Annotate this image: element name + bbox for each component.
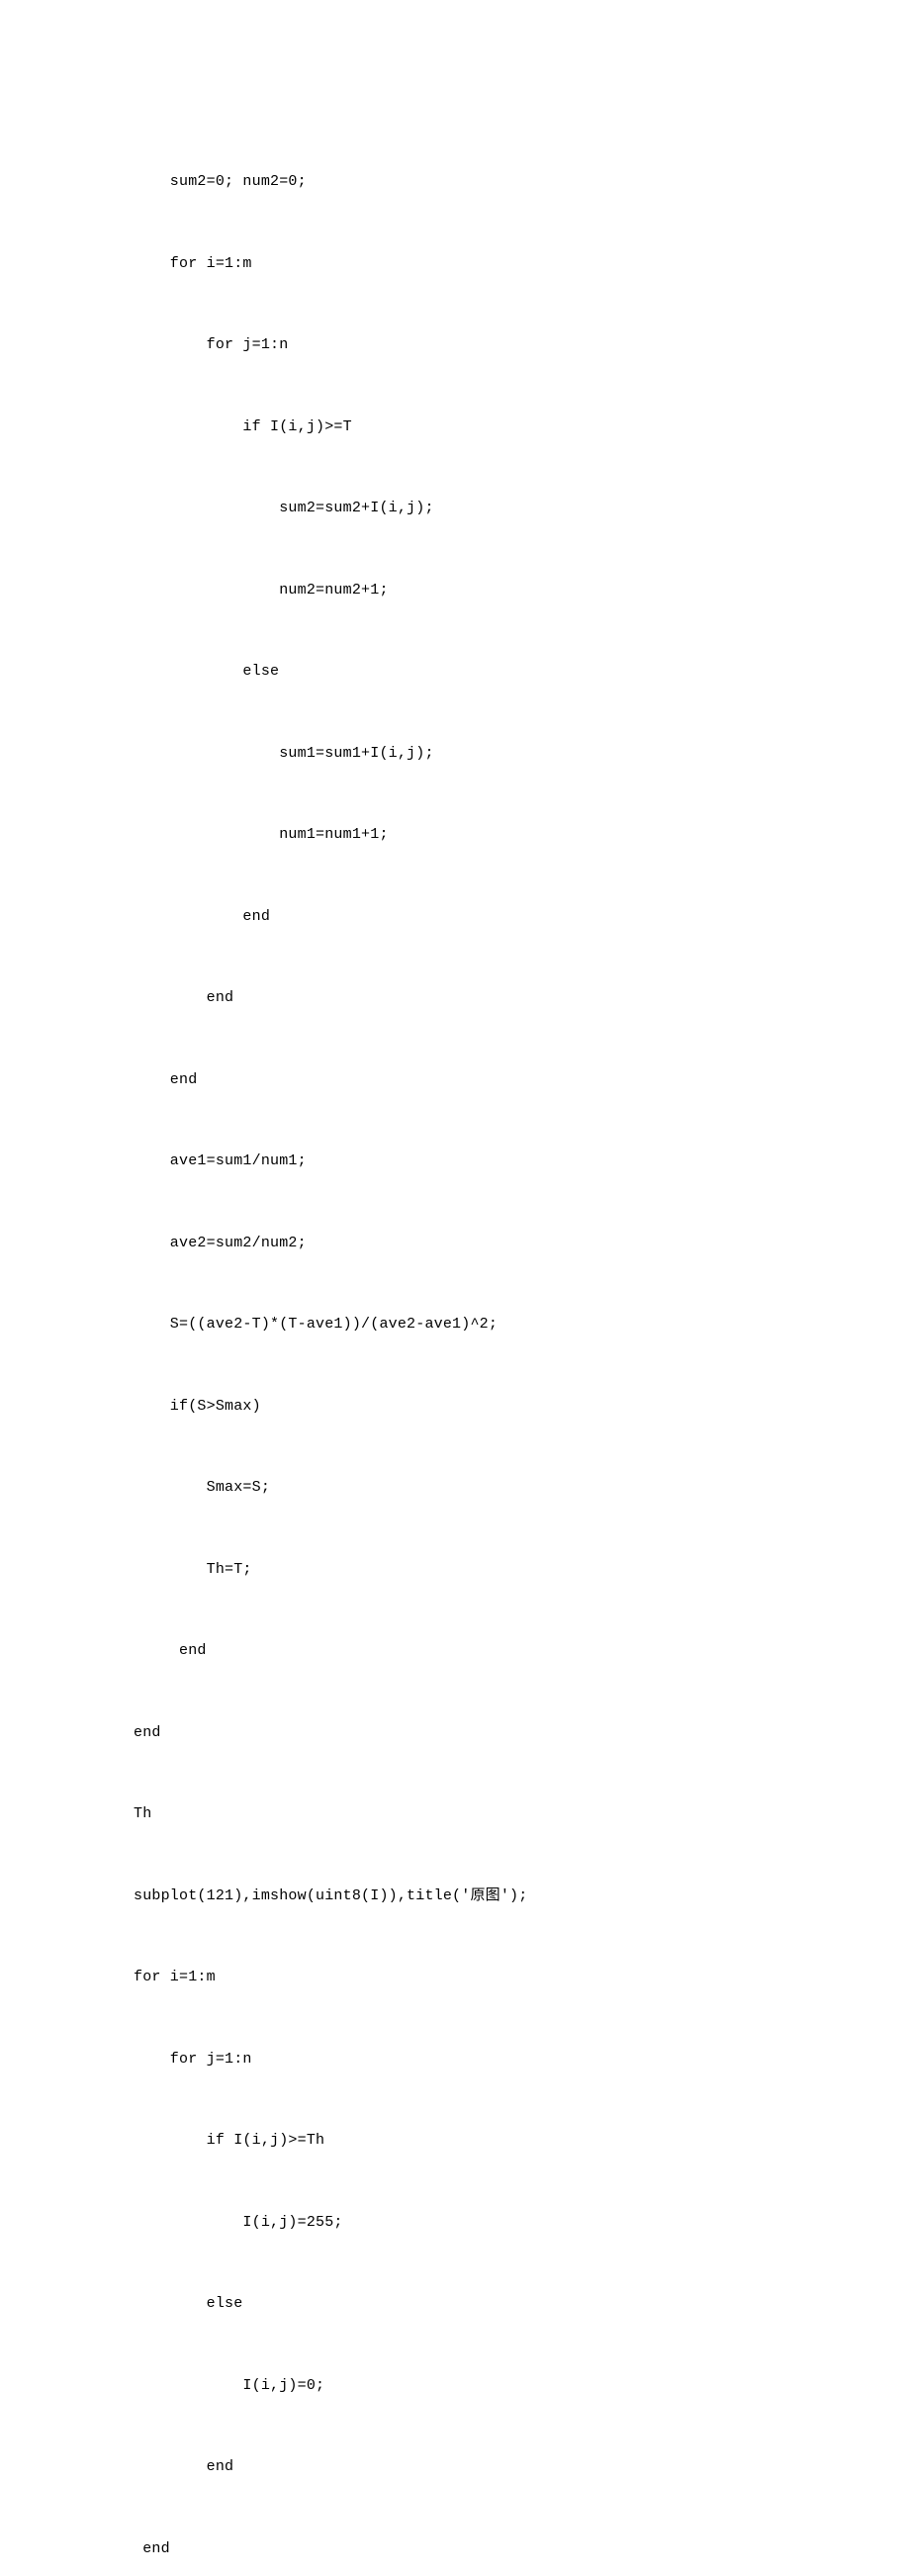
code-line: Th — [134, 1800, 776, 1828]
code-line: end — [134, 903, 776, 931]
code-line: else — [134, 2290, 776, 2318]
code-line: if(S>Smax) — [134, 1393, 776, 1421]
code-line: for j=1:n — [134, 2046, 776, 2073]
code-line: Smax=S; — [134, 1474, 776, 1502]
code-line: if I(i,j)>=Th — [134, 2127, 776, 2155]
code-line: for j=1:n — [134, 331, 776, 359]
code-line: end — [134, 2535, 776, 2563]
code-line: end — [134, 1066, 776, 1094]
code-block: sum2=0; num2=0; for i=1:m for j=1:n if I… — [134, 114, 776, 2576]
code-line: end — [134, 2453, 776, 2481]
code-line: subplot(121),imshow(uint8(I)),title('原图'… — [134, 1883, 776, 1910]
code-line: I(i,j)=0; — [134, 2372, 776, 2400]
code-line: end — [134, 1637, 776, 1665]
code-line: I(i,j)=255; — [134, 2209, 776, 2237]
code-line: S=((ave2-T)*(T-ave1))/(ave2-ave1)^2; — [134, 1311, 776, 1338]
code-line: if I(i,j)>=T — [134, 414, 776, 441]
code-line: ave1=sum1/num1; — [134, 1148, 776, 1175]
code-line: sum2=0; num2=0; — [134, 168, 776, 196]
code-line: num2=num2+1; — [134, 577, 776, 604]
code-line: for i=1:m — [134, 250, 776, 278]
code-line: end — [134, 1719, 776, 1747]
code-line: sum2=sum2+I(i,j); — [134, 495, 776, 522]
code-line: for i=1:m — [134, 1964, 776, 1991]
document-page: sum2=0; num2=0; for i=1:m for j=1:n if I… — [0, 0, 910, 1288]
code-line: Th=T; — [134, 1556, 776, 1584]
code-line: ave2=sum2/num2; — [134, 1230, 776, 1257]
code-line: end — [134, 984, 776, 1012]
code-line: num1=num1+1; — [134, 821, 776, 849]
code-line: sum1=sum1+I(i,j); — [134, 740, 776, 768]
code-line: else — [134, 658, 776, 686]
